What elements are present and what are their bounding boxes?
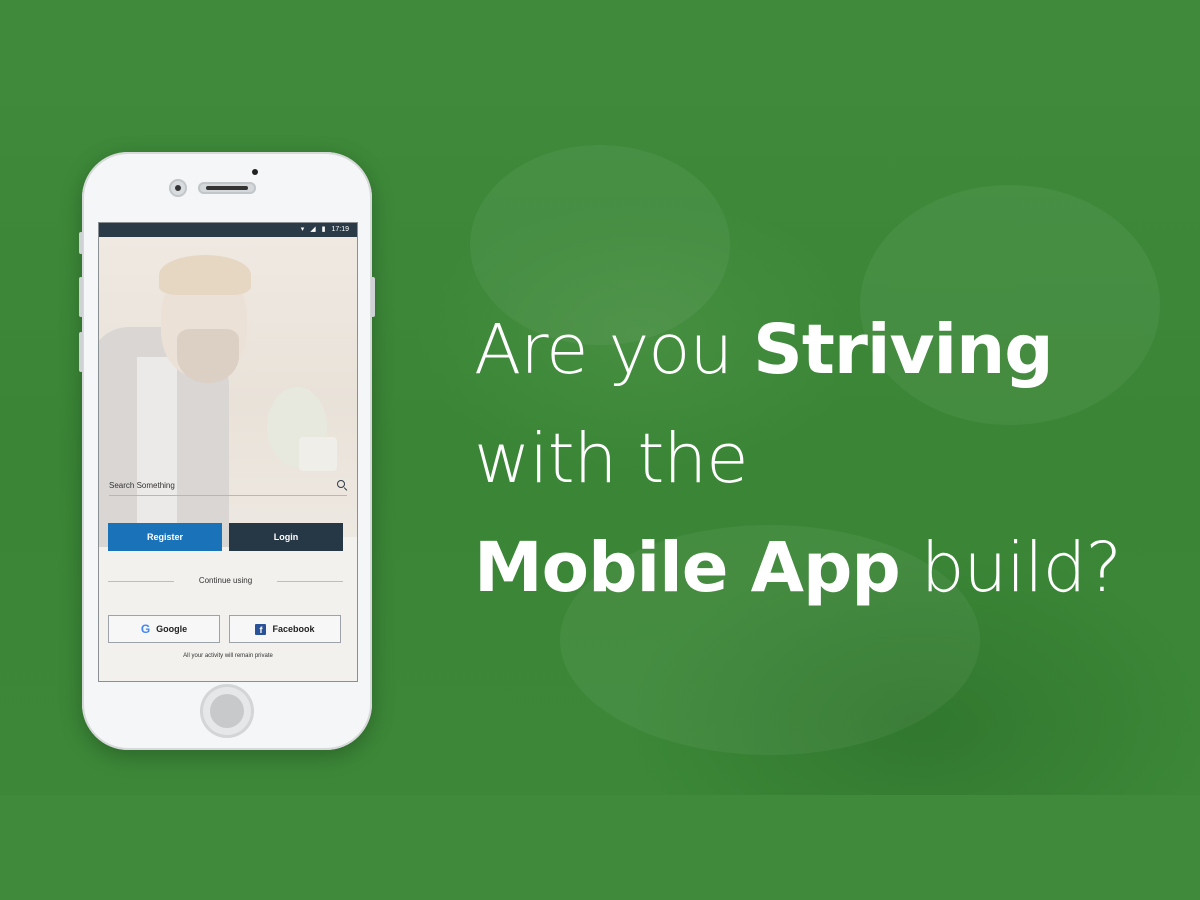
headline-text-bold: Mobile App xyxy=(474,528,901,608)
headline-text-bold: Striving xyxy=(753,310,1054,390)
register-button[interactable]: Register xyxy=(108,523,222,551)
search-input[interactable]: Search Something xyxy=(109,475,347,496)
photo-hair xyxy=(159,255,251,295)
privacy-note: All your activity will remain private xyxy=(183,653,273,659)
home-button[interactable] xyxy=(200,684,254,738)
signal-icon: ◢ xyxy=(310,226,316,233)
headline-line-1: Are you Striving xyxy=(474,296,1174,405)
headline-line-2: with the xyxy=(474,405,1174,514)
phone-front-camera xyxy=(169,179,187,197)
phone-side-button xyxy=(371,277,375,317)
facebook-icon: f xyxy=(255,623,267,635)
facebook-login-button[interactable]: f Facebook xyxy=(229,615,341,643)
headline-text-light: Are you xyxy=(474,310,754,390)
phone-screen: ▾ ◢ ▮ 17:19 Search Something Register Lo… xyxy=(98,222,358,682)
headline-text-light: with the xyxy=(474,419,749,499)
phone-side-button xyxy=(79,332,83,372)
photo-shirt xyxy=(137,357,177,547)
phone-mockup: ▾ ◢ ▮ 17:19 Search Something Register Lo… xyxy=(79,152,375,750)
status-bar: ▾ ◢ ▮ 17:19 xyxy=(99,223,357,237)
phone-side-button xyxy=(79,277,83,317)
photo-beard xyxy=(177,329,239,383)
phone-side-button xyxy=(79,232,83,254)
wifi-icon: ▾ xyxy=(300,226,305,233)
divider-line xyxy=(277,581,343,582)
battery-icon: ▮ xyxy=(321,226,326,233)
status-time: 17:19 xyxy=(331,226,349,233)
promo-banner: ▾ ◢ ▮ 17:19 Search Something Register Lo… xyxy=(0,0,1200,900)
continue-divider: Continue using xyxy=(108,575,343,587)
photo-cup xyxy=(299,437,337,471)
search-placeholder: Search Something xyxy=(109,480,175,490)
search-icon[interactable] xyxy=(337,480,347,490)
facebook-label: Facebook xyxy=(272,624,315,634)
google-icon: G xyxy=(140,622,151,636)
phone-top-camera xyxy=(252,169,258,175)
login-button[interactable]: Login xyxy=(229,523,343,551)
phone-speaker xyxy=(198,182,256,194)
headline-text-light: build? xyxy=(899,528,1122,608)
headline-line-3: Mobile App build? xyxy=(474,514,1174,623)
google-label: Google xyxy=(156,624,188,634)
google-login-button[interactable]: G Google xyxy=(108,615,220,643)
headline: Are you Striving with the Mobile App bui… xyxy=(474,296,1174,623)
